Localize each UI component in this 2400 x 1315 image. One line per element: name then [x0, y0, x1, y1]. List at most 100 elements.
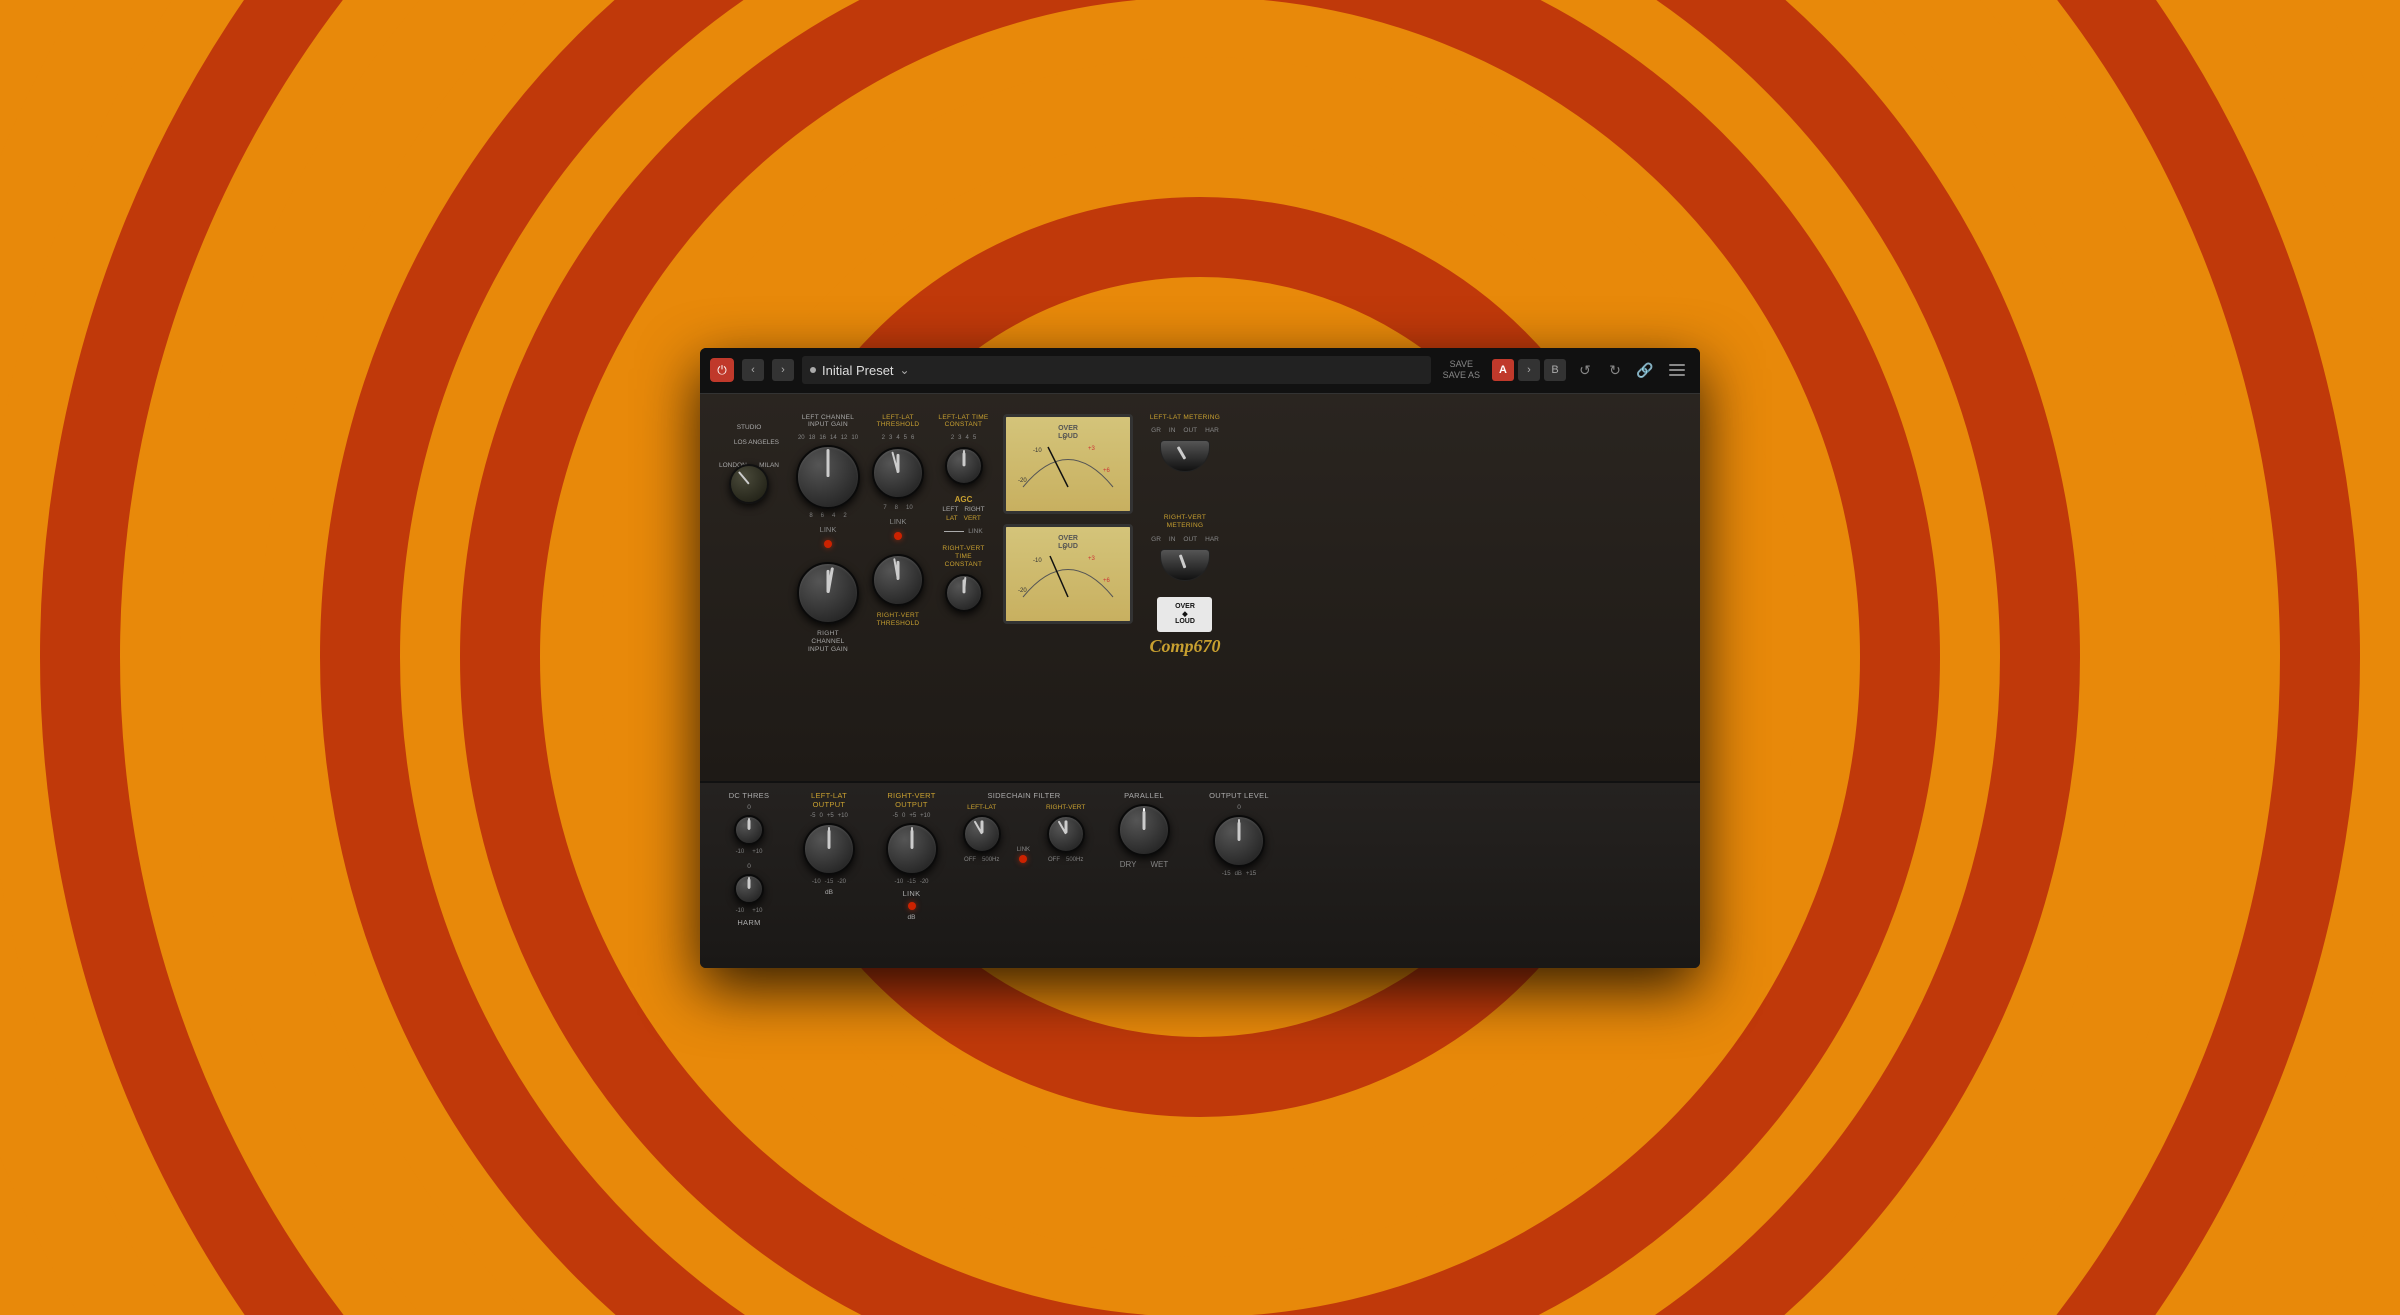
right-vert-output-scale-top: -50+5+10	[893, 813, 931, 819]
left-lat-metering-knob[interactable]	[1160, 440, 1210, 472]
right-vert-metering-knob[interactable]	[1160, 549, 1210, 581]
left-lat-time-knob[interactable]	[945, 447, 983, 485]
save-group: SAVE SAVE AS	[1443, 359, 1480, 381]
mode-selector-area: STUDIO LOS ANGELES LONDON MILAN	[719, 424, 779, 504]
dc-thres-label: DC THRES	[729, 791, 770, 800]
nav-prev-button[interactable]: ‹	[742, 359, 764, 381]
left-channel-input-gain-knob[interactable]	[796, 445, 860, 509]
sidechain-link-led[interactable]	[1019, 855, 1027, 863]
parallel-knob[interactable]	[1118, 804, 1170, 856]
right-vert-time-knob[interactable]	[945, 574, 983, 612]
overloud-logo: OVER ◆ LOUD	[1157, 597, 1212, 632]
lower-section: DC THRES 0 -10 +10 0 -10 +10 HARM	[700, 783, 1700, 968]
vu-meter-bottom: -20 -10 0 +3 +6 OVERLOUD	[1003, 524, 1133, 624]
left-lat-threshold-link-led[interactable]	[894, 532, 902, 540]
undo-icon: ↺	[1579, 362, 1591, 379]
left-lat-time-label: LEFT-LAT TIME CONSTANT	[936, 414, 991, 430]
ab-arrow: ›	[1518, 359, 1540, 381]
output-level-knob[interactable]	[1213, 815, 1265, 867]
power-icon: ⏻	[717, 363, 727, 378]
har-label: HAR	[1205, 427, 1219, 434]
ab-a-button[interactable]: A	[1492, 359, 1514, 381]
right-vert-output-db: dB	[908, 914, 916, 921]
right-vert-meter-labels: GR IN OUT HAR	[1151, 536, 1219, 543]
svg-text:-10: -10	[1033, 558, 1042, 564]
left-lat-metering-label: LEFT-LAT METERING	[1150, 414, 1220, 422]
left-channel-knob-area: 201816141210 8642	[796, 435, 860, 519]
redo-button[interactable]: ↻	[1604, 359, 1626, 381]
metering-right-col: LEFT-LAT METERING GR IN OUT HAR RIGHT-VE…	[1145, 404, 1225, 771]
left-channel-link-led[interactable]	[824, 540, 832, 548]
agc-label: AGC	[955, 495, 973, 504]
left-channel-scale-bottom: 8642	[809, 513, 846, 519]
left-lat-threshold-link-label: LINK	[890, 517, 907, 526]
time-scale-top: 2345	[951, 435, 976, 441]
dc-thres-zero2: 0	[747, 863, 751, 870]
dc-thres-zero: 0	[747, 804, 751, 811]
sidechain-left-lat-label: LEFT-LAT	[967, 804, 996, 811]
left-lat-output-knob[interactable]	[803, 823, 855, 875]
right-vert-metering-label: RIGHT-VERT METERING	[1145, 514, 1225, 530]
dc-thres-scale: -10 +10	[736, 849, 763, 855]
left-lat-output-scale-bottom: -10-15-20	[812, 879, 846, 885]
left-lat-output-scale-top: -50+5+10	[810, 813, 848, 819]
right-vert-output-knob[interactable]	[886, 823, 938, 875]
svg-text:-20: -20	[1018, 478, 1027, 484]
left-channel-label: LEFT CHANNEL INPUT GAIN	[801, 414, 856, 430]
right-vert-threshold-knob[interactable]	[872, 554, 924, 606]
vu-meter-top-inner: -20 -10 0 +3 +6 OVERLOUD	[1006, 417, 1130, 511]
preset-name-area[interactable]: Initial Preset ⌄	[802, 356, 1431, 384]
tune-button[interactable]: 🔗	[1634, 359, 1656, 381]
nav-next-button[interactable]: ›	[772, 359, 794, 381]
dry-wet-labels: DRY WET	[1120, 860, 1169, 869]
harm-knob[interactable]	[734, 874, 764, 904]
mode-knob-container	[729, 464, 769, 504]
harm-label: HARM	[737, 918, 760, 927]
left-lat-threshold-knob[interactable]	[872, 447, 924, 499]
ab-b-label: B	[1551, 364, 1558, 376]
left-lat-output-col: LEFT-LAT OUTPUT -50+5+10 -10-15-20 dB	[794, 791, 864, 896]
ab-b-button[interactable]: B	[1544, 359, 1566, 381]
title-bar: ⏻ ‹ › Initial Preset ⌄ SAVE SAVE AS A › …	[700, 348, 1700, 394]
right-vert-metering-knob-container	[1160, 549, 1210, 581]
undo-button[interactable]: ↺	[1574, 359, 1596, 381]
right-vert-threshold-label: RIGHT-VERT THRESHOLD	[873, 612, 923, 628]
right-vert-output-link-led[interactable]	[908, 902, 916, 910]
comp670-label: Comp670	[1149, 636, 1220, 657]
output-level-col: OUTPUT LEVEL 0 -15 dB +15	[1199, 791, 1279, 877]
dc-thres-knob[interactable]	[734, 815, 764, 845]
left-channel-col: LEFT CHANNEL INPUT GAIN 201816141210 864…	[796, 404, 860, 771]
svg-text:+6: +6	[1103, 578, 1111, 584]
output-level-zero: 0	[1237, 804, 1241, 811]
sidechain-link-col: LINK	[1017, 847, 1030, 863]
link-text: LINK	[968, 528, 982, 535]
power-button[interactable]: ⏻	[710, 358, 734, 382]
preset-name-label: Initial Preset	[822, 363, 894, 378]
sidechain-right-vert-knob[interactable]	[1047, 815, 1085, 853]
chevron-left-icon: ‹	[751, 364, 755, 376]
save-as-label[interactable]: SAVE AS	[1443, 370, 1480, 381]
sidechain-ll-scale: OFF500Hz	[964, 857, 999, 863]
preset-dropdown-arrow[interactable]: ⌄	[900, 363, 910, 377]
tune-icon: 🔗	[1636, 362, 1653, 379]
right-vert-output-scale-bottom: -10-15-20	[894, 879, 928, 885]
mode-knob[interactable]	[729, 464, 769, 504]
sidechain-right-vert-label: RIGHT-VERT	[1046, 804, 1085, 811]
sidechain-left-lat-knob[interactable]	[963, 815, 1001, 853]
parallel-label: PARALLEL	[1124, 791, 1164, 800]
right-channel-input-gain-knob[interactable]	[797, 562, 859, 624]
sidechain-link-label: LINK	[1017, 847, 1030, 853]
save-label[interactable]: SAVE	[1450, 359, 1473, 370]
output-level-label: OUTPUT LEVEL	[1209, 791, 1269, 800]
rv-har-label: HAR	[1205, 536, 1219, 543]
output-level-scale: -15 dB +15	[1222, 871, 1256, 877]
menu-button[interactable]	[1664, 357, 1690, 383]
preset-dot	[810, 367, 816, 373]
vu-meter-top: -20 -10 0 +3 +6 OVERLOUD	[1003, 414, 1133, 514]
lr-switch: LEFT RIGHT	[942, 506, 984, 513]
vu-top-overlap-text: OVERLOUD	[1058, 425, 1078, 442]
plugin-body: STUDIO LOS ANGELES LONDON MILAN LEFT CHA…	[700, 394, 1700, 968]
dry-label: DRY	[1120, 860, 1137, 869]
left-lat-meter-labels: GR IN OUT HAR	[1151, 427, 1219, 434]
mode-selector-col: STUDIO LOS ANGELES LONDON MILAN	[714, 404, 784, 771]
